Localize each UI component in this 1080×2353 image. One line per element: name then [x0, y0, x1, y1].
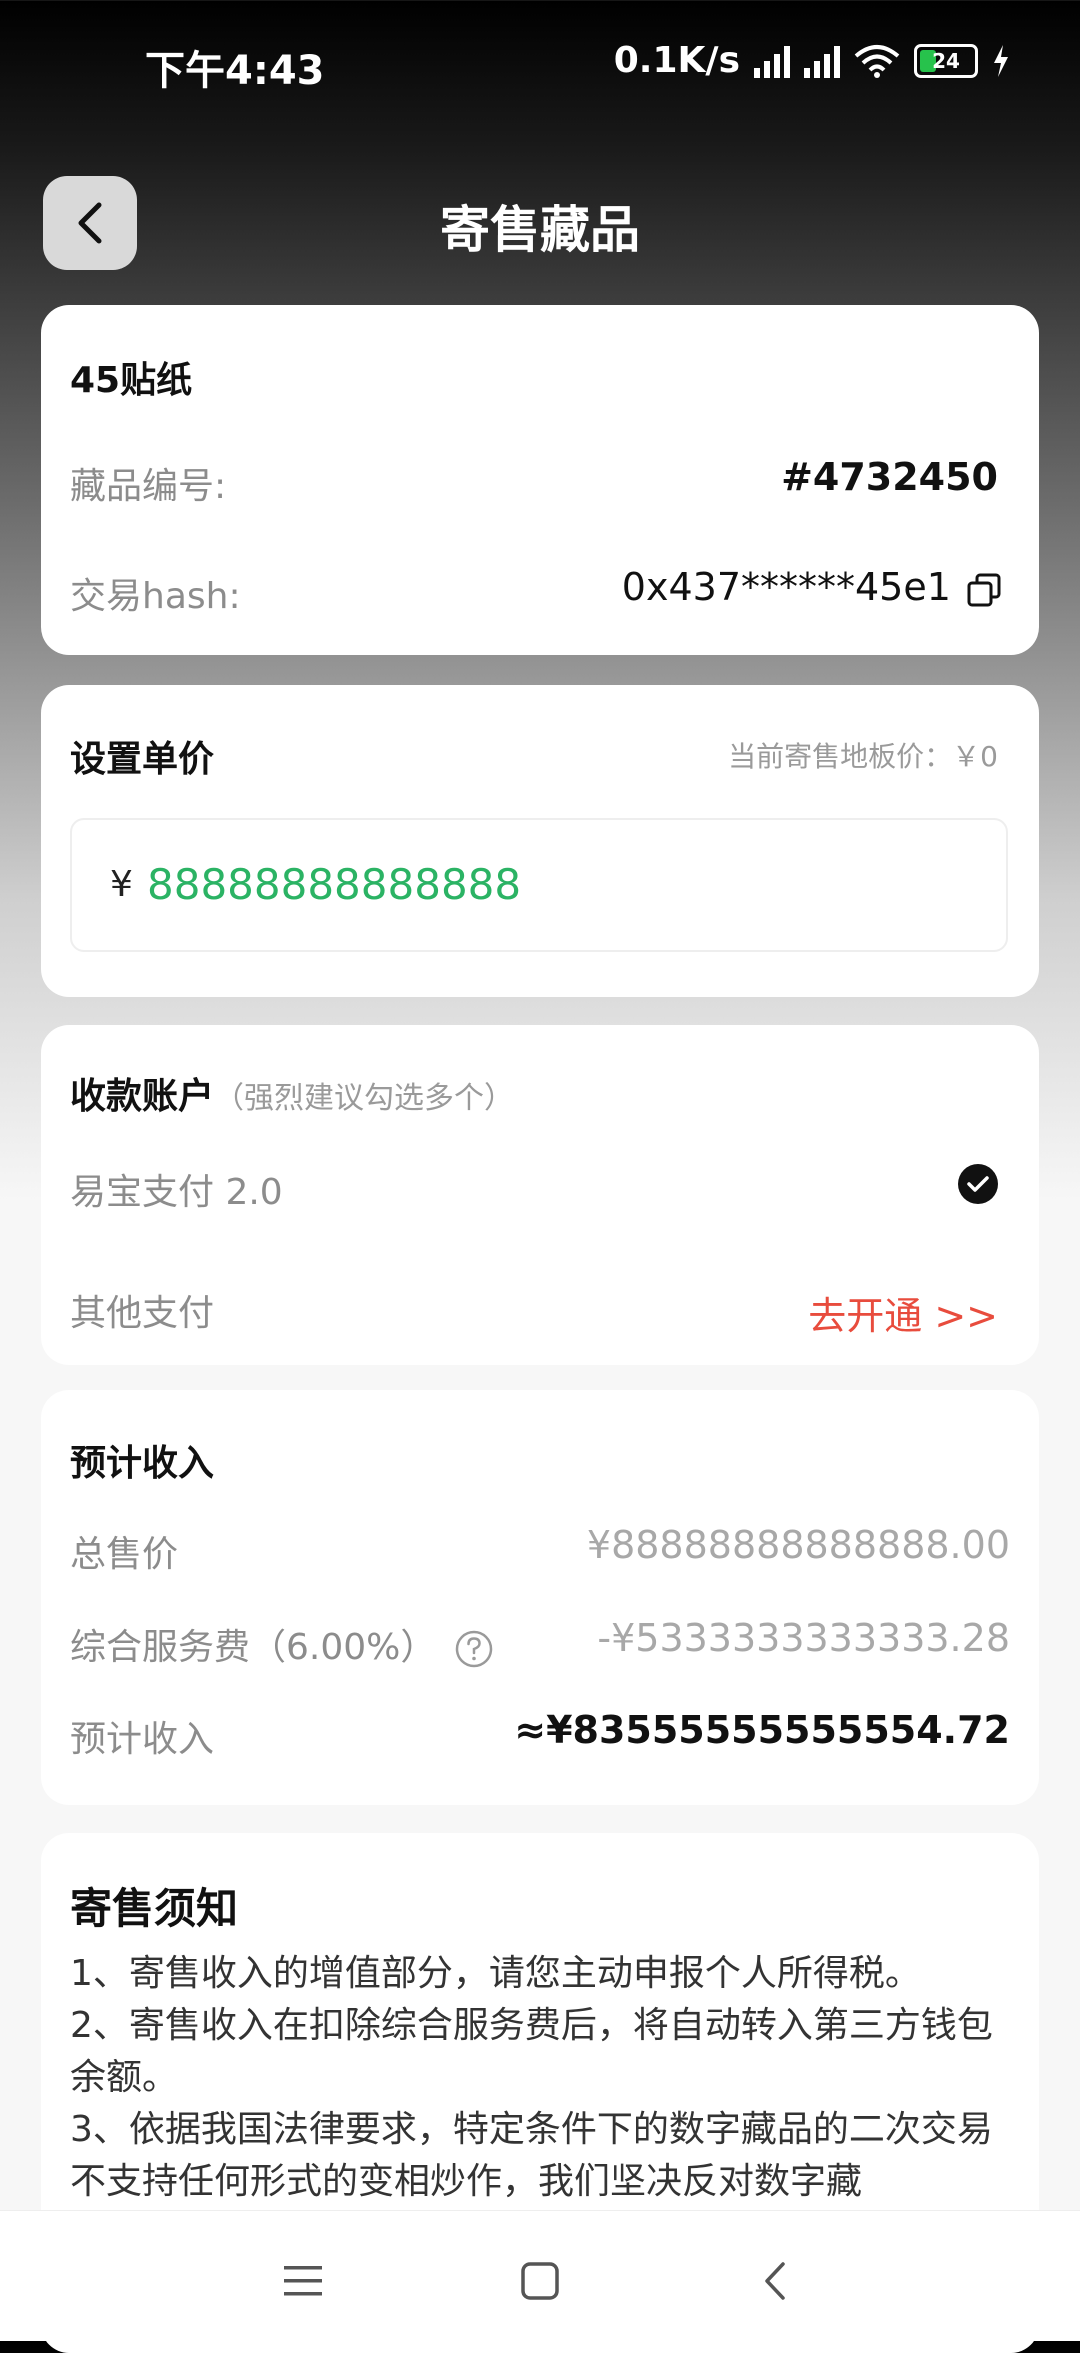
charging-icon [994, 44, 1008, 77]
battery-icon: 24 [914, 43, 978, 78]
battery-level: 24 [932, 48, 960, 73]
status-bar: 下午4:43 0.1K/s 24 [0, 0, 1080, 130]
help-icon[interactable] [454, 1629, 494, 1669]
item-info-card: 45贴纸 藏品编号: #4732450 交易hash: 0x437******4… [41, 305, 1039, 655]
system-nav-bar [0, 2210, 1080, 2341]
account-title-text: 收款账户 [70, 1076, 215, 1117]
net-income-label: 预计收入 [70, 1719, 215, 1760]
price-title: 设置单价 [70, 739, 215, 780]
service-fee-label: 综合服务费（6.00%） [70, 1627, 437, 1668]
payment-option-yeepay[interactable]: 易宝支付 2.0 [70, 1163, 283, 1215]
hash-value: 0x437******45e1 [621, 565, 951, 609]
item-number-value: #4732450 [781, 455, 998, 499]
income-card: 预计收入 总售价 ¥88888888888888.00 综合服务费（6.00%）… [41, 1390, 1039, 1805]
total-price-label: 总售价 [70, 1534, 179, 1575]
total-price-value: ¥88888888888888.00 [586, 1523, 1010, 1567]
notice-line: 3、依据我国法律要求，特定条件下的数字藏品的二次交易不支持任何形式的变相炒作，我… [70, 2109, 993, 2202]
price-input[interactable]: ¥ 88888888888888 [70, 818, 1008, 952]
item-number-label: 藏品编号: [70, 466, 227, 507]
account-title: 收款账户（强烈建议勾选多个） [70, 1067, 514, 1119]
back-icon [765, 2262, 785, 2300]
notice-line: 1、寄售收入的增值部分，请您主动申报个人所得税。 [70, 1953, 921, 1994]
service-fee-row: 综合服务费（6.00%） [70, 1618, 494, 1670]
page-title: 寄售藏品 [440, 201, 640, 259]
back-nav-button[interactable] [745, 2251, 805, 2311]
account-card: 收款账户（强烈建议勾选多个） 易宝支付 2.0 其他支付 去开通 >> [41, 1025, 1039, 1365]
notice-body: 1、寄售收入的增值部分，请您主动申报个人所得税。 2、寄售收入在扣除综合服务费后… [70, 1948, 1020, 2208]
notice-line: 2、寄售收入在扣除综合服务费后，将自动转入第三方钱包余额。 [70, 2005, 993, 2098]
menu-icon [284, 2266, 322, 2296]
signal-icon [754, 44, 790, 78]
wifi-icon [854, 44, 900, 78]
check-icon[interactable] [958, 1164, 998, 1204]
home-icon [521, 2262, 559, 2300]
service-fee-value: -¥5333333333333.28 [597, 1616, 1010, 1660]
hash-label: 交易hash: [70, 576, 241, 617]
home-button[interactable] [510, 2251, 570, 2311]
signal-icon-2 [804, 44, 840, 78]
menu-button[interactable] [273, 2251, 333, 2311]
notice-title: 寄售须知 [70, 1884, 239, 1933]
price-value: 88888888888888 [147, 860, 522, 909]
copy-icon[interactable] [967, 573, 1001, 607]
status-time: 下午4:43 [145, 48, 325, 94]
net-income-value: ≈¥83555555555554.72 [514, 1708, 1010, 1752]
price-card: 设置单价 当前寄售地板价：￥0 ¥ 88888888888888 [41, 685, 1039, 997]
payment-option-other: 其他支付 [70, 1293, 215, 1334]
currency-symbol: ¥ [110, 864, 133, 905]
hash-row: 0x437******45e1 [622, 565, 1001, 609]
activate-link[interactable]: 去开通 >> [808, 1285, 998, 1340]
item-name: 45贴纸 [70, 360, 193, 401]
status-icons: 0.1K/s 24 [614, 40, 1010, 81]
network-speed: 0.1K/s [613, 40, 740, 81]
floor-price-label: 当前寄售地板价：￥0 [728, 740, 998, 773]
income-title: 预计收入 [70, 1443, 215, 1484]
account-hint: （强烈建议勾选多个） [214, 1081, 515, 1116]
header: 寄售藏品 [0, 170, 1080, 280]
